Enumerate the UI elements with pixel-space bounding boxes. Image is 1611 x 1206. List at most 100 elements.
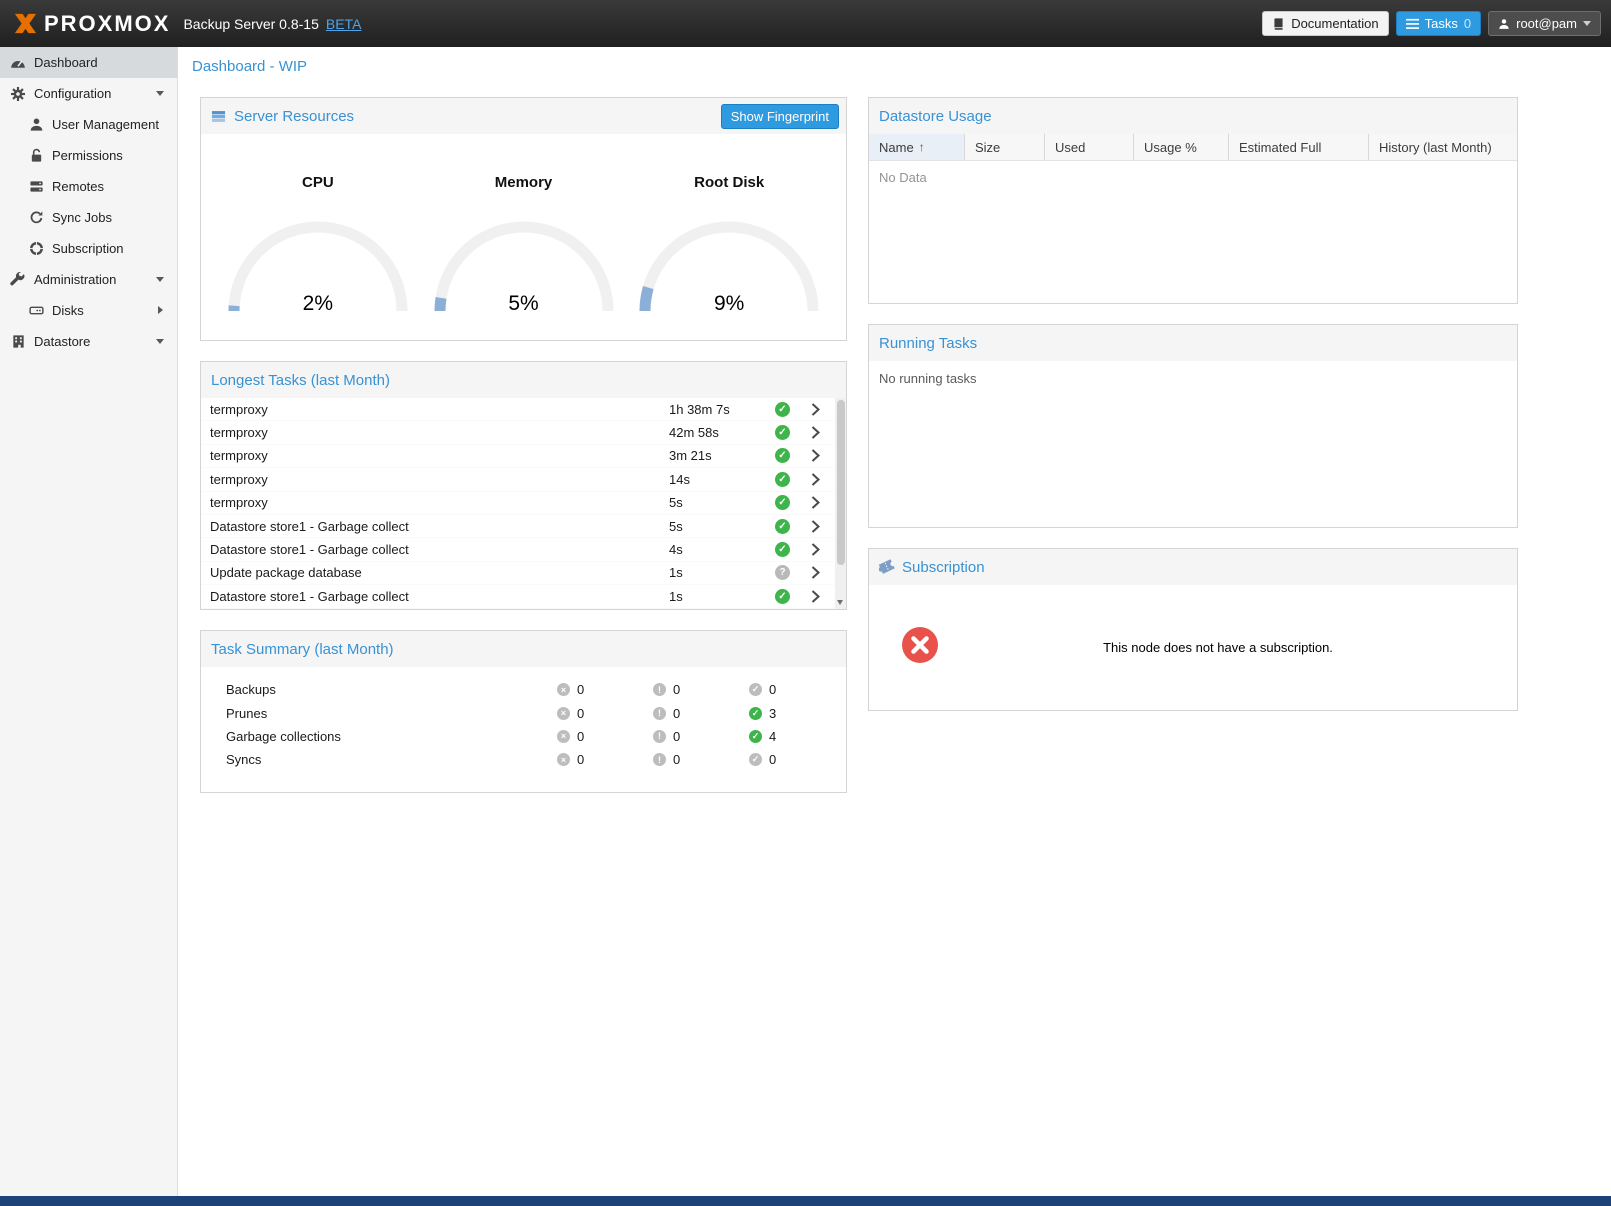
chevron-right-icon[interactable] — [811, 566, 835, 579]
warning-count: 0 — [673, 752, 680, 767]
task-duration: 14s — [669, 472, 775, 487]
sidebar-item-subscription[interactable]: Subscription — [0, 233, 177, 264]
subscription-message: This node does not have a subscription. — [939, 640, 1497, 655]
ticket-icon — [879, 559, 895, 575]
error-icon: × — [557, 707, 570, 720]
sidebar-item-datastore[interactable]: Datastore — [0, 326, 177, 357]
sidebar-item-label: User Management — [52, 117, 159, 132]
sidebar-item-remotes[interactable]: Remotes — [0, 171, 177, 202]
task-duration: 5s — [669, 495, 775, 510]
cpu-gauge: CPU 2% — [215, 174, 421, 340]
warning-icon: ! — [653, 730, 666, 743]
column-header-history[interactable]: History (last Month) — [1369, 134, 1517, 160]
no-running-tasks-text: No running tasks — [869, 361, 1517, 527]
no-subscription-icon — [901, 626, 939, 669]
summary-label: Syncs — [226, 752, 557, 767]
beta-link[interactable]: BETA — [326, 16, 362, 32]
chevron-right-icon[interactable] — [811, 543, 835, 556]
task-row[interactable]: Datastore store1 - Garbage collect 4s ✓ — [201, 538, 835, 561]
column-header-used[interactable]: Used — [1045, 134, 1134, 160]
summary-row: Backups ×0 !0 ✓0 — [226, 678, 846, 701]
warning-icon: ! — [653, 683, 666, 696]
warning-count: 0 — [673, 706, 680, 721]
proxmox-logo: PROXMOX — [12, 10, 170, 37]
documentation-button[interactable]: Documentation — [1262, 11, 1388, 36]
error-count: 0 — [577, 752, 584, 767]
support-icon — [28, 241, 44, 257]
server-icon — [28, 179, 44, 195]
sidebar-item-disks[interactable]: Disks — [0, 295, 177, 326]
column-header-name[interactable]: Name ↑ — [869, 134, 965, 160]
ok-icon: ✓ — [749, 683, 762, 696]
task-row[interactable]: Datastore store1 - Garbage collect 1s ✓ — [201, 585, 835, 608]
datastore-usage-panel: Datastore Usage Name ↑ Size Used Usage %… — [868, 97, 1518, 304]
task-name: termproxy — [210, 448, 669, 463]
ok-icon: ✓ — [749, 707, 762, 720]
gauge-value: 9% — [634, 292, 824, 316]
chevron-down-icon[interactable] — [156, 339, 164, 344]
tasks-button[interactable]: Tasks 0 — [1396, 11, 1481, 36]
gauge-label: Root Disk — [694, 174, 764, 191]
column-header-estimated-full[interactable]: Estimated Full — [1229, 134, 1369, 160]
column-header-size[interactable]: Size — [965, 134, 1045, 160]
task-duration: 1s — [669, 565, 775, 580]
ok-count: 0 — [769, 752, 776, 767]
sidebar-item-label: Disks — [52, 303, 84, 318]
chevron-right-icon[interactable] — [811, 449, 835, 462]
chevron-right-icon[interactable] — [158, 306, 163, 314]
error-count: 0 — [577, 706, 584, 721]
top-bar: PROXMOX Backup Server 0.8-15 BETA Docume… — [0, 0, 1611, 47]
task-row[interactable]: termproxy 1h 38m 7s ✓ — [201, 398, 835, 421]
scrollbar-down-arrow-icon[interactable] — [837, 600, 843, 605]
sidebar-item-label: Dashboard — [34, 55, 98, 70]
user-menu-button[interactable]: root@pam — [1488, 11, 1601, 36]
sidebar-item-administration[interactable]: Administration — [0, 264, 177, 295]
chevron-right-icon[interactable] — [811, 496, 835, 509]
longest-tasks-header: Longest Tasks (last Month) — [201, 362, 846, 398]
error-count: 0 — [577, 729, 584, 744]
column-header-usage-pct[interactable]: Usage % — [1134, 134, 1229, 160]
task-name: termproxy — [210, 495, 669, 510]
task-duration: 4s — [669, 542, 775, 557]
task-row[interactable]: Update package database 1s ? — [201, 562, 835, 585]
panel-title: Datastore Usage — [879, 108, 992, 125]
tasks-count-badge: 0 — [1464, 16, 1471, 31]
product-version: Backup Server 0.8-15 — [183, 16, 318, 32]
task-row[interactable]: Datastore store1 - Garbage collect 5s ✓ — [201, 515, 835, 538]
sidebar-item-sync-jobs[interactable]: Sync Jobs — [0, 202, 177, 233]
sidebar-item-dashboard[interactable]: Dashboard — [0, 47, 177, 78]
book-icon — [1272, 17, 1285, 31]
scrollbar-thumb[interactable] — [837, 400, 845, 565]
resource-gauges: CPU 2% Memory — [201, 134, 846, 340]
chevron-right-icon[interactable] — [811, 403, 835, 416]
task-row[interactable]: termproxy 5s ✓ — [201, 492, 835, 515]
warning-count: 0 — [673, 729, 680, 744]
chevron-right-icon[interactable] — [811, 520, 835, 533]
server-resources-panel: Server Resources Show Fingerprint CPU 2% — [200, 97, 847, 341]
gauge-value: 5% — [429, 292, 619, 316]
summary-row: Syncs ×0 !0 ✓0 — [226, 748, 846, 771]
task-duration: 1s — [669, 589, 775, 604]
chevron-down-icon[interactable] — [156, 91, 164, 96]
gauge-label: Memory — [495, 174, 553, 191]
sidebar-item-configuration[interactable]: Configuration — [0, 78, 177, 109]
task-row[interactable]: termproxy 3m 21s ✓ — [201, 445, 835, 468]
user-label: root@pam — [1516, 16, 1577, 31]
tasks-label: Tasks — [1425, 16, 1458, 31]
task-row[interactable]: termproxy 14s ✓ — [201, 468, 835, 491]
show-fingerprint-button[interactable]: Show Fingerprint — [721, 104, 839, 129]
task-row[interactable]: termproxy 42m 58s ✓ — [201, 421, 835, 444]
summary-label: Backups — [226, 682, 557, 697]
chevron-right-icon[interactable] — [811, 473, 835, 486]
chevron-right-icon[interactable] — [811, 426, 835, 439]
subscription-header: Subscription — [869, 549, 1517, 585]
sidebar-item-permissions[interactable]: Permissions — [0, 140, 177, 171]
vertical-scrollbar[interactable] — [835, 398, 846, 609]
sidebar-item-user-management[interactable]: User Management — [0, 109, 177, 140]
chevron-right-icon[interactable] — [811, 590, 835, 603]
task-duration: 42m 58s — [669, 425, 775, 440]
wrench-icon — [10, 272, 26, 288]
chevron-down-icon[interactable] — [156, 277, 164, 282]
resource-bars-icon — [211, 108, 227, 124]
status-ok-icon: ✓ — [775, 448, 790, 463]
